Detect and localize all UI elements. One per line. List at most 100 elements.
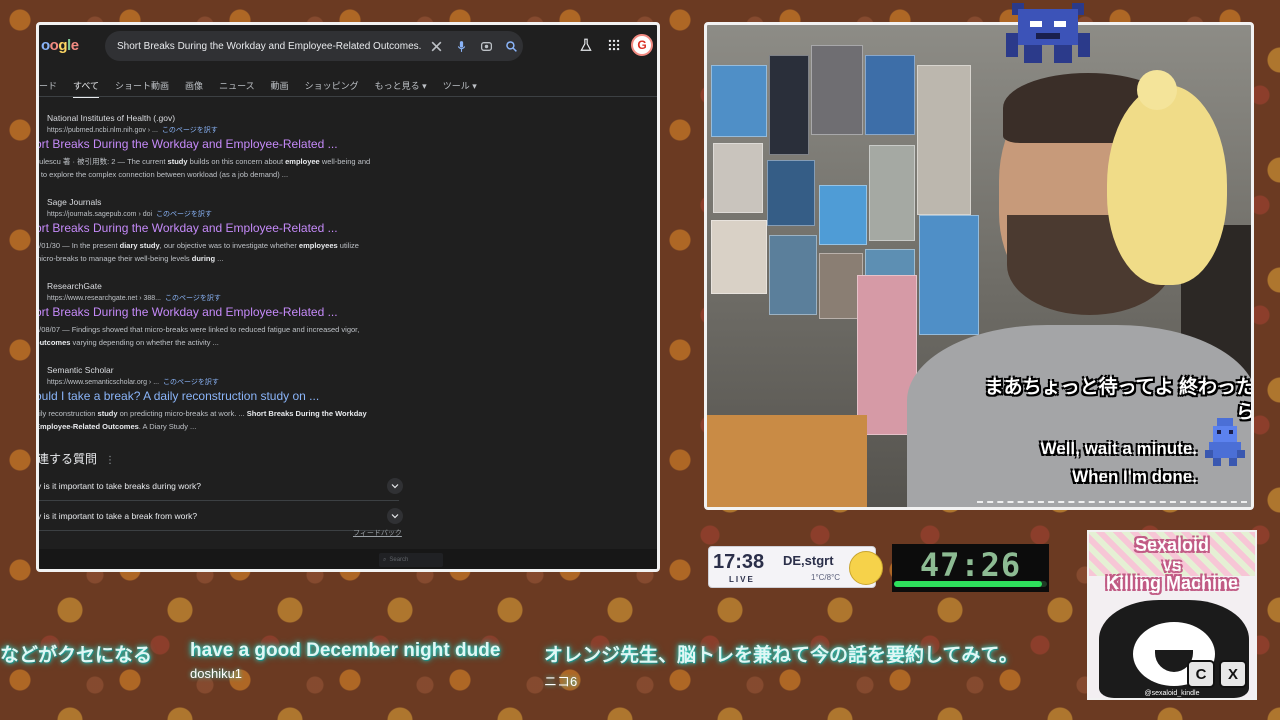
search-icon[interactable] [500,35,522,57]
snippet-line: 5/08/07 — Findings showed that micro-bre… [36,325,360,334]
wall-photo [869,145,915,241]
result-url-text: https://journals.sagepub.com › doi [47,211,153,218]
chat-username: doshiku1 [190,666,243,681]
result-url: https://www.semanticscholar.org › ... このペ… [47,377,219,387]
google-logo[interactable]: oogle [41,37,79,54]
tab-shopping[interactable]: ショッピング [305,79,359,92]
search-result: ResearchGate https://www.researchgate.ne… [39,277,419,361]
poster-handle: @sexaloid_kindle [1144,690,1200,697]
timer-progress-bar [894,581,1047,587]
search-result: Semantic Scholar https://www.semanticsch… [39,361,419,445]
chevron-down-icon[interactable] [387,477,403,494]
subtitle-english-line: Well, wait a minute. [1040,439,1198,458]
live-badge: LIVE [729,575,755,584]
poster-vs: VS [1162,558,1182,574]
chat-message-text: have a good December night dude [190,640,501,661]
result-site-name: National Institutes of Health (.gov) [47,113,176,123]
more-options-icon[interactable]: ⋮ [105,455,115,466]
tab-videos[interactable]: 動画 [271,79,289,92]
chat-message: have a good December night dude doshiku1 [190,640,500,681]
chat-message: オレンジ先生、脳トレを兼ねて今の話を要約してみて。 ニコ6 [544,640,1018,690]
snippet-line: micro-breaks to manage their well-being … [36,254,224,263]
search-results: National Institutes of Health (.gov) htt… [39,109,419,445]
snippet-line: s to explore the complex connection betw… [36,170,289,179]
avatar-letter: G [637,38,647,52]
webcam-frame: まあちょっと待ってよ 終わったら Well, wait a minute. Wh… [704,22,1254,510]
translate-link[interactable]: このページを訳す [156,211,212,218]
chat-message-text: オレンジ先生、脳トレを兼ねて今の話を要約してみて。 [544,645,1018,666]
result-site-name: Sage Journals [47,197,102,207]
mini-search-bar[interactable]: ⌕ Search [379,553,443,567]
related-questions-heading: 連する質問 ⋮ [39,450,115,467]
x-logo-icon: X [1219,660,1247,688]
search-input[interactable]: Short Breaks During the Workday and Empl… [117,41,422,52]
snippet-line: outcomes varying depending on whether th… [36,338,219,347]
plush-bear-head [1137,70,1177,110]
result-url: https://www.researchgate.net › 388... このペ… [47,293,221,303]
result-title-link[interactable]: ort Breaks During the Workday and Employ… [39,305,338,319]
wall-photo [767,160,815,226]
tabs-divider [39,96,657,97]
plush-bear-toy [1107,85,1227,285]
account-avatar[interactable]: G [631,34,653,56]
search-result: Sage Journals https://journals.sagepub.c… [39,193,419,277]
tab-news[interactable]: ニュース [219,79,255,92]
chat-username: ニコ6 [544,674,578,689]
subtitle-english-line: When I'm done. [1072,467,1197,486]
tab-tools[interactable]: ツール ▾ [443,79,477,92]
wall-photo [811,45,863,135]
promo-poster: Sexaloid VS Killing Machine C X @sexaloi… [1087,530,1257,700]
wall-photo [769,235,817,315]
clock-temperature: 1°C/8°C [811,573,841,582]
result-url: https://journals.sagepub.com › doi このページを… [47,209,212,219]
wall-photo-collage [707,25,979,435]
timer-value: 47:26 [919,546,1022,584]
subtitle-english: Well, wait a minute. When I'm done. [937,435,1198,491]
result-title-link[interactable]: ort Breaks During the Workday and Employ… [39,221,338,235]
result-snippet: 5/08/07 — Findings showed that micro-bre… [36,323,435,349]
translate-link[interactable]: このページを訳す [162,127,218,134]
snippet-line: 5/01/30 — In the present diary study, ou… [36,241,359,250]
translate-link[interactable]: このページを訳す [165,295,221,302]
tab-all[interactable]: すべて [73,79,100,98]
wall-photo [711,220,767,294]
microphone-icon[interactable] [450,35,472,57]
browser-window: oogle Short Breaks During the Workday an… [36,22,660,572]
related-question[interactable]: y is it important to take breaks during … [39,471,403,501]
tab-more[interactable]: もっと見る ▾ [375,79,427,92]
related-question-text: y is it important to take a break from w… [37,510,198,521]
clock-time: 17:38 [713,551,765,573]
wall-photo [711,65,767,137]
chat-message: などがクセになる [0,640,152,671]
mini-search-label: Search [389,557,409,563]
tab-images[interactable]: 画像 [185,79,203,92]
lens-icon[interactable] [475,35,497,57]
related-question[interactable]: y is it important to take a break from w… [37,501,403,531]
chevron-down-icon[interactable] [387,507,403,524]
stream-timer: 47:26 [892,544,1049,592]
result-title-link[interactable]: ort Breaks During the Workday and Employ… [39,137,338,151]
wall-photo [917,65,971,215]
search-box[interactable]: Short Breaks During the Workday and Empl… [105,31,523,61]
tab-shorts[interactable]: ショート動画 [115,79,169,92]
wooden-shelf [707,415,867,507]
result-site-name: Semantic Scholar [47,365,114,375]
wall-photo [713,143,763,213]
result-snippet: oulescu 著 · 被引用数: 2 — The current study … [36,155,435,181]
chat-message-text: などがクセになる [0,645,153,666]
feedback-link[interactable]: フィードバック [353,528,402,538]
poster-title-bottom: Killing Machine [1105,573,1238,593]
result-url: https://pubmed.ncbi.nlm.nih.gov › ... このペ… [47,125,218,135]
result-title-link[interactable]: ould I take a break? A daily reconstruct… [39,389,319,403]
apps-grid-icon[interactable] [603,34,625,56]
moon-icon [849,551,883,585]
tab-mode[interactable]: ード [39,79,57,92]
snippet-line: Employee-Related Outcomes. A Diary Study… [36,422,197,431]
pixel-creature-icon [1006,2,1090,64]
wall-photo [769,55,809,155]
clock-weather-widget: 17:38 LIVE DE,stgrt 1°C/8°C [708,546,883,588]
translate-link[interactable]: このページを訳す [163,379,219,386]
labs-flask-icon[interactable] [575,34,597,56]
result-url-text: https://www.semanticscholar.org › ... [47,379,160,386]
clear-icon[interactable] [425,35,447,57]
